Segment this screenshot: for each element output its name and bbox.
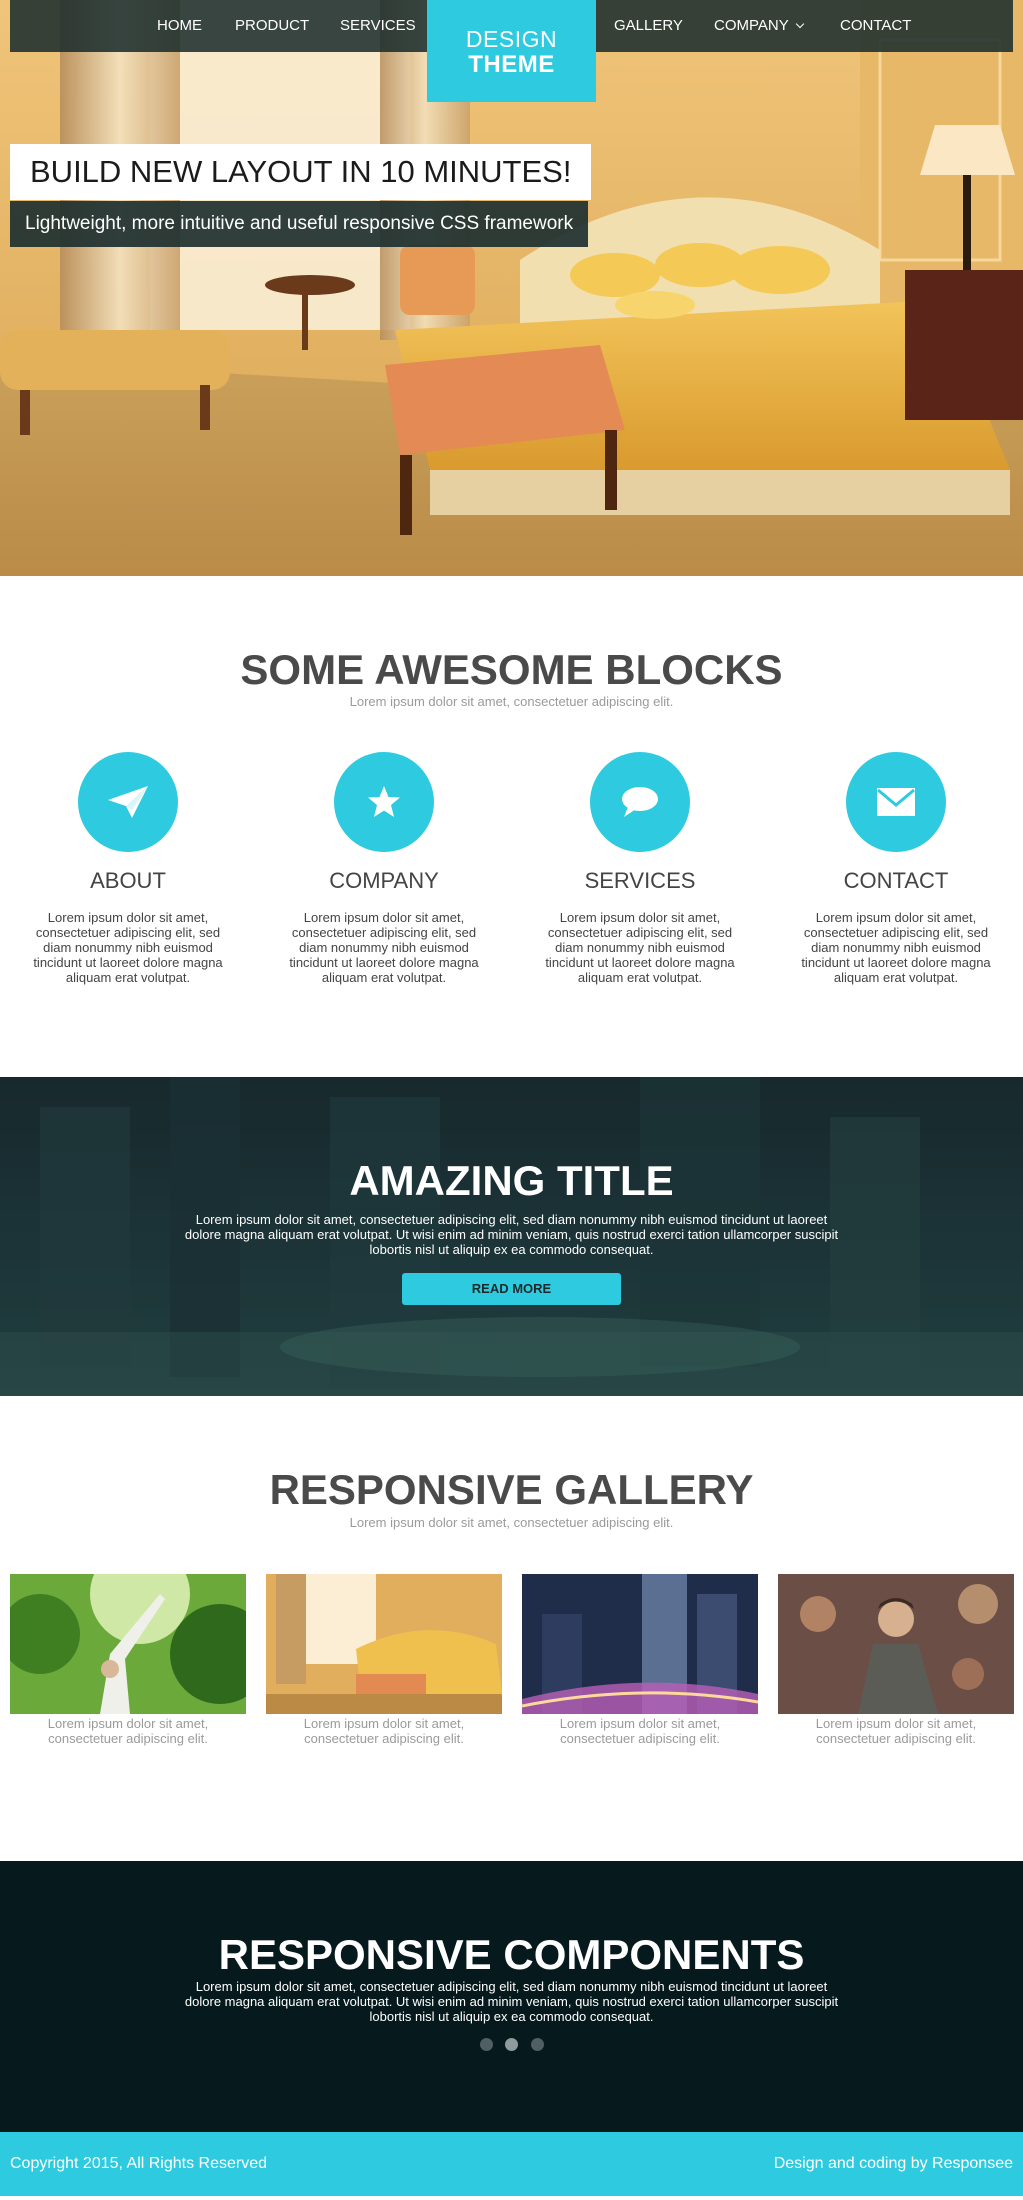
gallery-section-title: RESPONSIVE GALLERY (269, 1466, 754, 1513)
block-title-company: COMPANY (329, 868, 439, 893)
nav-item-services[interactable]: SERVICES (340, 0, 416, 52)
nav-item-product[interactable]: PRODUCT (235, 0, 309, 52)
block-company: COMPANY Lorem ipsum dolor sit amet, cons… (266, 752, 502, 985)
nav-item-contact[interactable]: CONTACT (840, 0, 911, 52)
gallery-image-bedroom[interactable] (266, 1574, 502, 1714)
block-title-services: SERVICES (584, 868, 696, 893)
speech-bubble-icon (622, 787, 658, 817)
gallery-image-man[interactable] (778, 1574, 1014, 1714)
block-about: ABOUT Lorem ipsum dolor sit amet, consec… (10, 752, 246, 985)
gallery-caption: Lorem ipsum dolor sit amet, consectetuer… (303, 1716, 465, 1746)
gallery-item: Lorem ipsum dolor sit amet, consectetuer… (266, 1574, 502, 1746)
nav-item-gallery[interactable]: GALLERY (614, 0, 683, 52)
hero-subtitle: Lightweight, more intuitive and useful r… (10, 201, 589, 247)
footer: Copyright 2015, All Rights Reserved Desi… (0, 2132, 1023, 2196)
nav-item-company-label: COMPANY (714, 17, 789, 34)
gallery-caption: Lorem ipsum dolor sit amet, consectetuer… (815, 1716, 977, 1746)
components-section: RESPONSIVE COMPONENTS Lorem ipsum dolor … (0, 1861, 1023, 2132)
gallery-image-forest[interactable] (10, 1574, 246, 1714)
block-text-services: Lorem ipsum dolor sit amet, consectetuer… (545, 910, 735, 985)
hero-section: HOME PRODUCT SERVICES GALLERY COMPANY CO… (0, 0, 1023, 576)
about-icon-circle[interactable] (78, 752, 178, 852)
logo-text-top: DESIGN (465, 26, 558, 52)
services-icon-circle[interactable] (590, 752, 690, 852)
carousel-dot-2[interactable] (505, 2038, 518, 2051)
contact-icon-circle[interactable] (846, 752, 946, 852)
logo-text-bottom: THEME (468, 51, 555, 78)
gallery-item: Lorem ipsum dolor sit amet, consectetuer… (10, 1574, 246, 1746)
gallery-item: Lorem ipsum dolor sit amet, consectetuer… (778, 1574, 1014, 1746)
amazing-text: Lorem ipsum dolor sit amet, consectetuer… (184, 1212, 839, 1257)
amazing-title: AMAZING TITLE (349, 1157, 674, 1204)
amazing-section: AMAZING TITLE Lorem ipsum dolor sit amet… (0, 1077, 1023, 1396)
company-icon-circle[interactable] (334, 752, 434, 852)
hero-title: BUILD NEW LAYOUT IN 10 MINUTES! (10, 144, 592, 200)
footer-credit[interactable]: Design and coding by Responsee (774, 2132, 1013, 2196)
carousel-dot-3[interactable] (531, 2038, 544, 2051)
nav-item-home[interactable]: HOME (157, 0, 202, 52)
block-text-contact: Lorem ipsum dolor sit amet, consectetuer… (801, 910, 991, 985)
envelope-icon (877, 788, 915, 816)
block-services: SERVICES Lorem ipsum dolor sit amet, con… (522, 752, 758, 985)
gallery-image-city[interactable] (522, 1574, 758, 1714)
site-logo[interactable]: DESIGN THEME (427, 0, 596, 102)
components-title: RESPONSIVE COMPONENTS (218, 1931, 805, 1978)
chevron-down-icon (795, 19, 804, 29)
block-text-company: Lorem ipsum dolor sit amet, consectetuer… (289, 910, 479, 985)
footer-copyright: Copyright 2015, All Rights Reserved (10, 2155, 268, 2172)
nav-item-company[interactable]: COMPANY (714, 0, 804, 52)
blocks-section-subtitle: Lorem ipsum dolor sit amet, consectetuer… (349, 694, 674, 709)
read-more-button[interactable]: READ MORE (402, 1273, 621, 1305)
block-contact: CONTACT Lorem ipsum dolor sit amet, cons… (778, 752, 1014, 985)
gallery-section-subtitle: Lorem ipsum dolor sit amet, consectetuer… (349, 1515, 674, 1530)
star-icon (368, 786, 400, 817)
components-text: Lorem ipsum dolor sit amet, consectetuer… (184, 1979, 839, 2024)
block-text-about: Lorem ipsum dolor sit amet, consectetuer… (33, 910, 223, 985)
carousel-dot-1[interactable] (480, 2038, 493, 2051)
gallery-caption: Lorem ipsum dolor sit amet, consectetuer… (559, 1716, 721, 1746)
block-title-about: ABOUT (90, 868, 166, 893)
gallery-caption: Lorem ipsum dolor sit amet, consectetuer… (47, 1716, 209, 1746)
gallery-item: Lorem ipsum dolor sit amet, consectetuer… (522, 1574, 758, 1746)
block-title-contact: CONTACT (843, 868, 949, 893)
paper-plane-icon (108, 786, 148, 818)
blocks-section-title: SOME AWESOME BLOCKS (240, 646, 783, 693)
